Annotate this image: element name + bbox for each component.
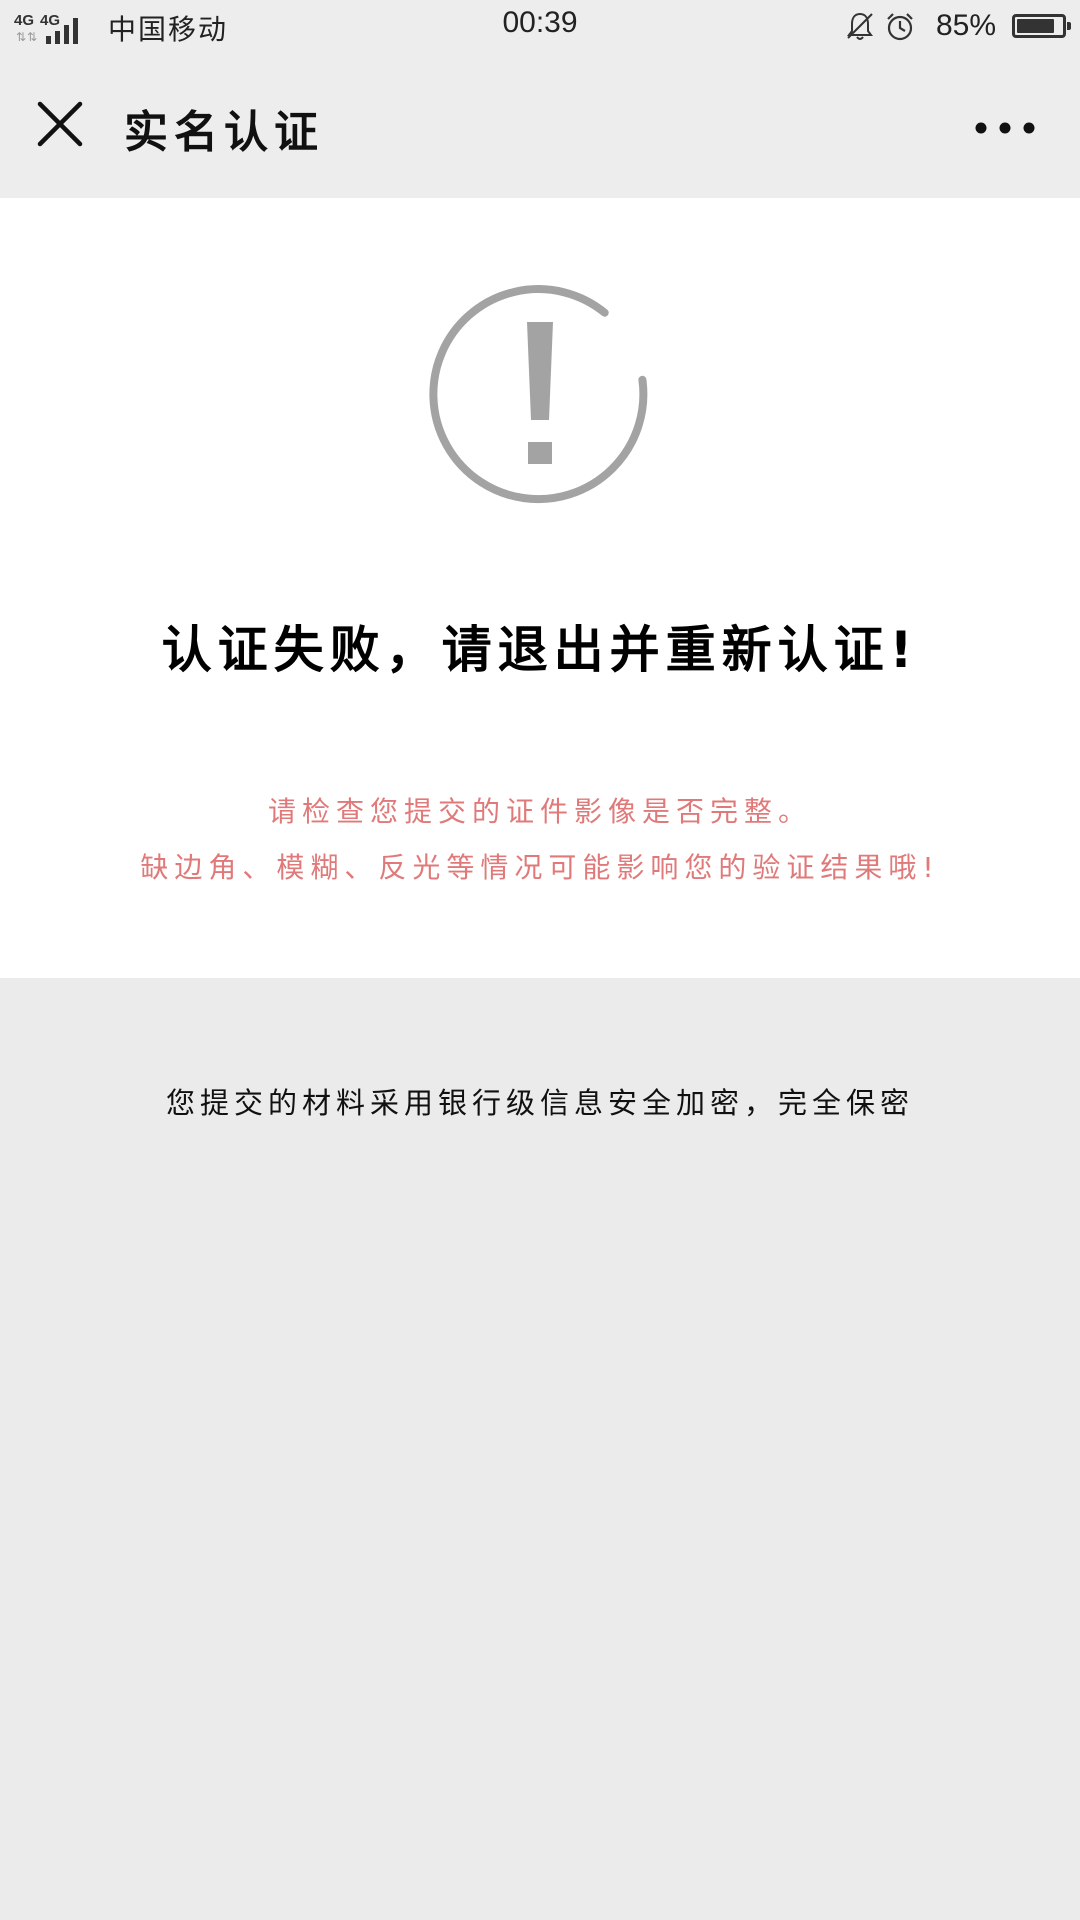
hint-line-1: 请检查您提交的证件影像是否完整。: [267, 795, 812, 828]
failure-title: 认证失败，请退出并重新认证!: [161, 621, 919, 679]
alarm-icon: [887, 13, 913, 41]
bell-muted-icon: [846, 12, 873, 40]
page-title: 实名认证: [124, 107, 324, 158]
status-bar: 4G 4G ⇅⇅ 中国移动 00:39 85%: [0, 0, 1080, 52]
result-card: 认证失败，请退出并重新认证! 请检查您提交的证件影像是否完整。 缺边角、模糊、反…: [0, 198, 1080, 978]
status-right: 85%: [844, 6, 1071, 46]
hint-line-2: 缺边角、模糊、反光等情况可能影响您的验证结果哦!: [140, 851, 940, 884]
battery-icon: [1012, 14, 1071, 38]
close-icon[interactable]: [30, 94, 90, 154]
security-note: 您提交的材料采用银行级信息安全加密，完全保密: [165, 1086, 914, 1120]
warning-icon: [429, 285, 648, 504]
battery-percentage: 85%: [935, 9, 996, 42]
nav-bar: 实名认证: [0, 52, 1080, 199]
battery-fill: [1017, 19, 1055, 33]
more-icon[interactable]: [970, 108, 1040, 148]
battery-nub: [1067, 22, 1071, 30]
